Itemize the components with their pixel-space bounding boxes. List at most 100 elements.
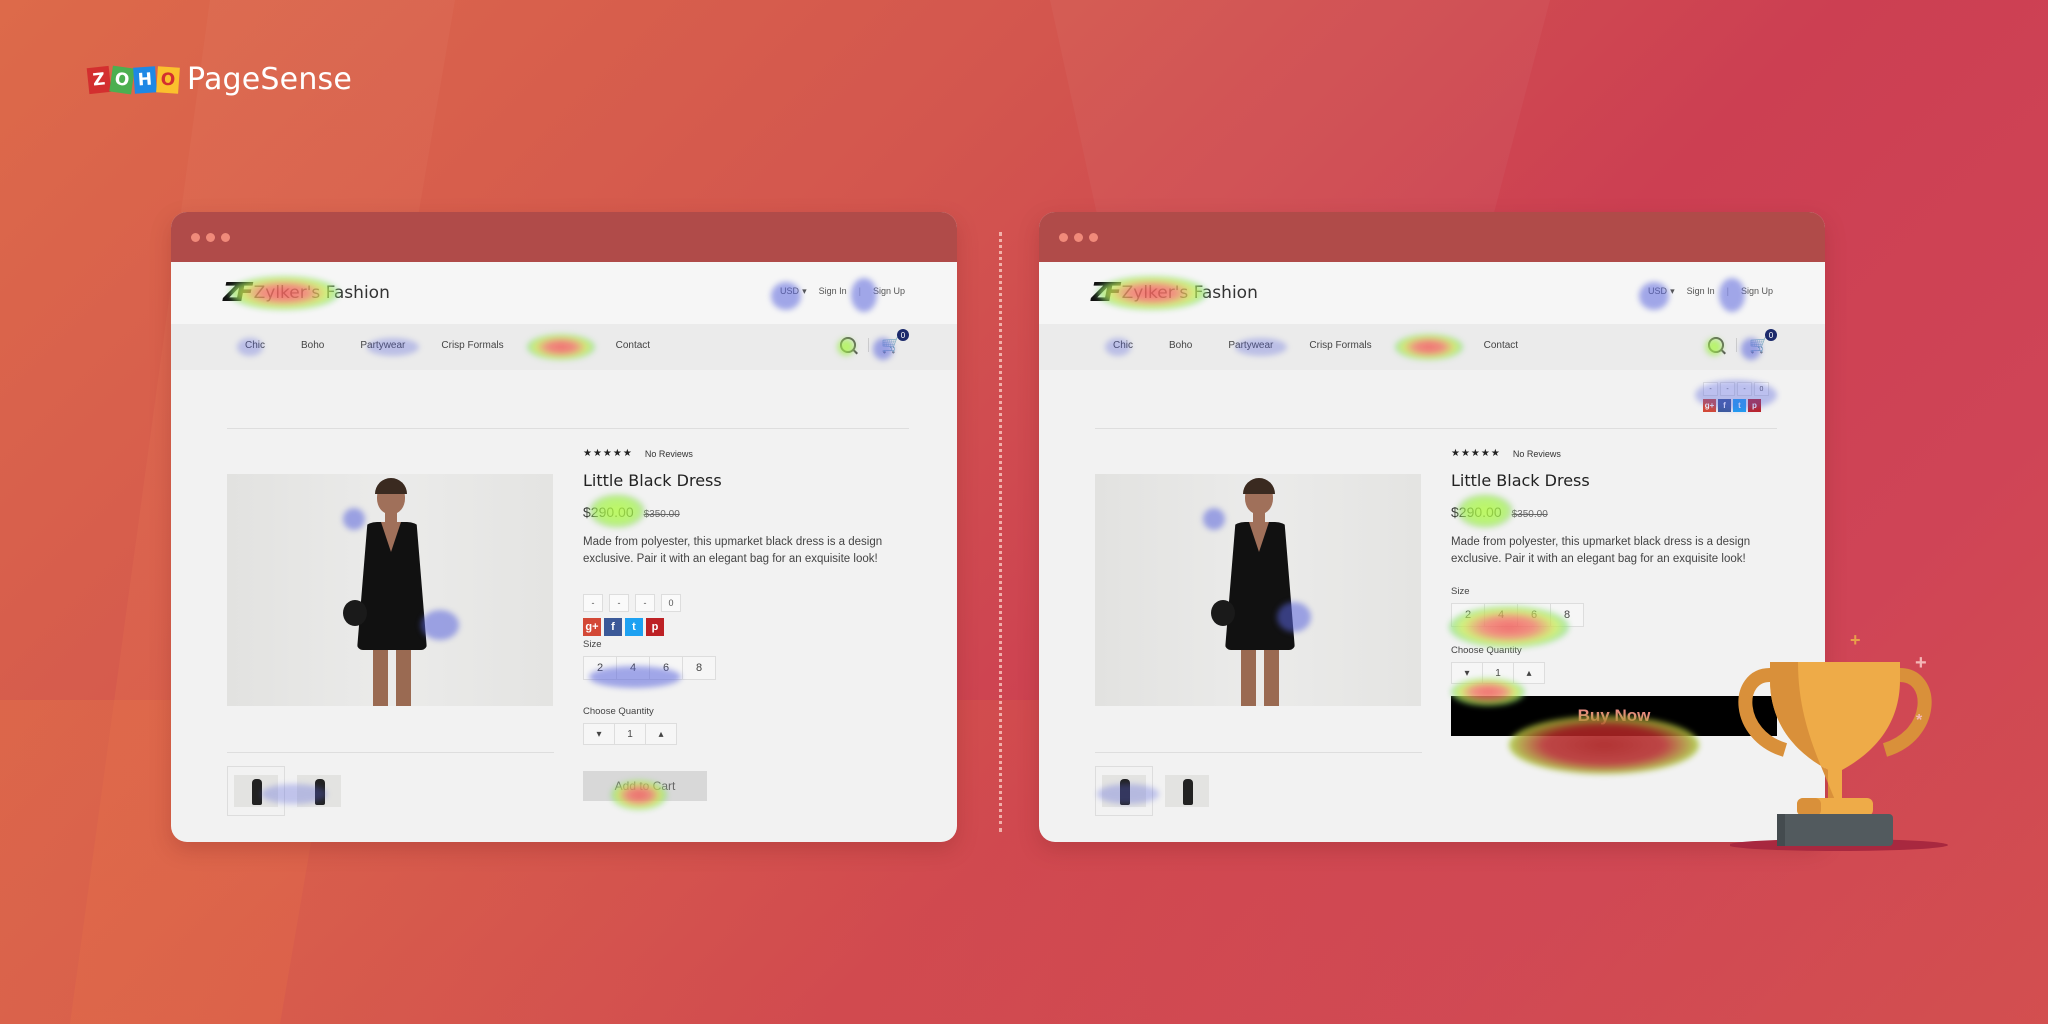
- twitter-icon[interactable]: t: [625, 618, 643, 636]
- thumbnail[interactable]: [1165, 775, 1209, 807]
- share-count: -: [1703, 382, 1718, 396]
- social-buttons: g+ f t p: [583, 618, 913, 636]
- buy-now-button[interactable]: Buy Now: [1451, 696, 1777, 736]
- thumbnail-selected[interactable]: [1095, 766, 1153, 816]
- nav-item-hidden[interactable]: [1408, 340, 1448, 351]
- pinterest-icon[interactable]: p: [1748, 399, 1761, 412]
- trophy-icon: [1728, 640, 1948, 860]
- qty-decrement-button[interactable]: ▾: [1452, 663, 1483, 683]
- nav-menu: Chic Boho Partywear Crisp Formals Contac…: [1113, 340, 1518, 351]
- nav-item-hidden[interactable]: [540, 340, 580, 351]
- sign-up-link[interactable]: Sign Up: [1741, 286, 1773, 297]
- size-option[interactable]: 2: [584, 657, 617, 679]
- qty-decrement-button[interactable]: ▾: [584, 724, 615, 744]
- zoho-pagesense-logo: Z O H O PageSense: [86, 62, 352, 97]
- share-count: -: [1737, 382, 1752, 396]
- nav-item-crisp-formals[interactable]: Crisp Formals: [441, 340, 503, 351]
- size-option[interactable]: 8: [683, 657, 715, 679]
- size-option[interactable]: 6: [650, 657, 683, 679]
- pinterest-icon[interactable]: p: [646, 618, 664, 636]
- product-image[interactable]: [227, 474, 553, 706]
- sign-in-link[interactable]: Sign In: [1687, 286, 1715, 297]
- cart-icon[interactable]: 🛒 0: [1749, 329, 1777, 355]
- site-brand[interactable]: ZF Zylker's Fashion: [1091, 278, 1258, 308]
- reviews-count[interactable]: No Reviews: [645, 449, 693, 459]
- site-name: Zylker's Fashion: [1121, 283, 1258, 303]
- window-dot[interactable]: [221, 233, 230, 242]
- search-icon[interactable]: [840, 337, 857, 353]
- sparkle-icon: +: [1915, 652, 1927, 674]
- nav-item-contact[interactable]: Contact: [616, 340, 650, 351]
- caret-down-icon: ▾: [802, 286, 807, 296]
- divider: [1736, 338, 1738, 352]
- qty-increment-button[interactable]: ▴: [646, 724, 676, 744]
- size-selector: 2 4 6 8: [583, 656, 716, 680]
- divider: [868, 338, 870, 352]
- original-price: $350.00: [1511, 509, 1548, 520]
- rating: ★★★★★ No Reviews: [583, 448, 913, 459]
- share-count: -: [609, 594, 629, 612]
- size-option[interactable]: 4: [617, 657, 650, 679]
- sign-up-link[interactable]: Sign Up: [873, 286, 905, 297]
- nav-item-boho[interactable]: Boho: [301, 340, 324, 351]
- size-option[interactable]: 6: [1518, 604, 1551, 626]
- window-controls: [1059, 233, 1098, 242]
- add-to-cart-button[interactable]: Add to Cart: [583, 771, 707, 801]
- zoho-letter-h: H: [133, 65, 157, 94]
- nav-item-chic[interactable]: Chic: [1113, 340, 1133, 351]
- site-brand[interactable]: ZF Zylker's Fashion: [223, 278, 390, 308]
- cart-icon[interactable]: 🛒 0: [881, 329, 909, 355]
- thumbnail[interactable]: [297, 775, 341, 807]
- facebook-icon[interactable]: f: [604, 618, 622, 636]
- window-dot[interactable]: [206, 233, 215, 242]
- quantity-value[interactable]: 1: [1483, 663, 1514, 683]
- zylker-logo-icon: ZF: [223, 278, 254, 308]
- nav-item-partywear[interactable]: Partywear: [360, 340, 405, 351]
- divider: [227, 752, 554, 753]
- site-header: ZF Zylker's Fashion USD ▾ Sign In | Sign…: [171, 262, 957, 324]
- share-block: - - - 0 g+ f t p: [583, 594, 913, 636]
- size-label: Size: [1451, 586, 1470, 597]
- window-dot[interactable]: [191, 233, 200, 242]
- currency-value: USD: [1648, 286, 1668, 296]
- browser-window-variant-a: ZF Zylker's Fashion USD ▾ Sign In | Sign…: [171, 212, 957, 842]
- model-figure: [343, 478, 437, 706]
- quantity-value[interactable]: 1: [615, 724, 646, 744]
- window-dot[interactable]: [1089, 233, 1098, 242]
- thumbnail-strip: [1095, 766, 1209, 816]
- nav-item-boho[interactable]: Boho: [1169, 340, 1192, 351]
- sign-in-link[interactable]: Sign In: [819, 286, 847, 297]
- cart-count-badge: 0: [1765, 329, 1777, 341]
- thumbnail-selected[interactable]: [227, 766, 285, 816]
- size-option[interactable]: 2: [1452, 604, 1485, 626]
- share-count: -: [1720, 382, 1735, 396]
- original-price: $350.00: [643, 509, 680, 520]
- search-icon[interactable]: [1708, 337, 1725, 353]
- twitter-icon[interactable]: t: [1733, 399, 1746, 412]
- reviews-count[interactable]: No Reviews: [1513, 449, 1561, 459]
- star-rating-icon: ★★★★★: [583, 448, 633, 459]
- qty-increment-button[interactable]: ▴: [1514, 663, 1544, 683]
- currency-selector[interactable]: USD ▾: [1648, 286, 1675, 297]
- nav-icons: 🛒 0: [840, 329, 909, 355]
- nav-item-chic[interactable]: Chic: [245, 340, 265, 351]
- size-option[interactable]: 4: [1485, 604, 1518, 626]
- nav-item-crisp-formals[interactable]: Crisp Formals: [1309, 340, 1371, 351]
- facebook-icon[interactable]: f: [1718, 399, 1731, 412]
- window-dot[interactable]: [1059, 233, 1068, 242]
- google-plus-icon[interactable]: g+: [1703, 399, 1716, 412]
- nav-item-partywear[interactable]: Partywear: [1228, 340, 1273, 351]
- nav-menu: Chic Boho Partywear Crisp Formals Contac…: [245, 340, 650, 351]
- quantity-stepper: ▾ 1 ▴: [1451, 662, 1545, 684]
- sparkle-icon: *: [1916, 712, 1923, 729]
- nav-item-contact[interactable]: Contact: [1484, 340, 1518, 351]
- quantity-stepper: ▾ 1 ▴: [583, 723, 677, 745]
- browser-window-variant-b: ZF Zylker's Fashion USD ▾ Sign In | Sign…: [1039, 212, 1825, 842]
- google-plus-icon[interactable]: g+: [583, 618, 601, 636]
- header-actions: USD ▾ Sign In | Sign Up: [780, 286, 905, 297]
- product-image[interactable]: [1095, 474, 1421, 706]
- window-dot[interactable]: [1074, 233, 1083, 242]
- currency-selector[interactable]: USD ▾: [780, 286, 807, 297]
- size-option[interactable]: 8: [1551, 604, 1583, 626]
- product-description: Made from polyester, this upmarket black…: [1451, 536, 1751, 565]
